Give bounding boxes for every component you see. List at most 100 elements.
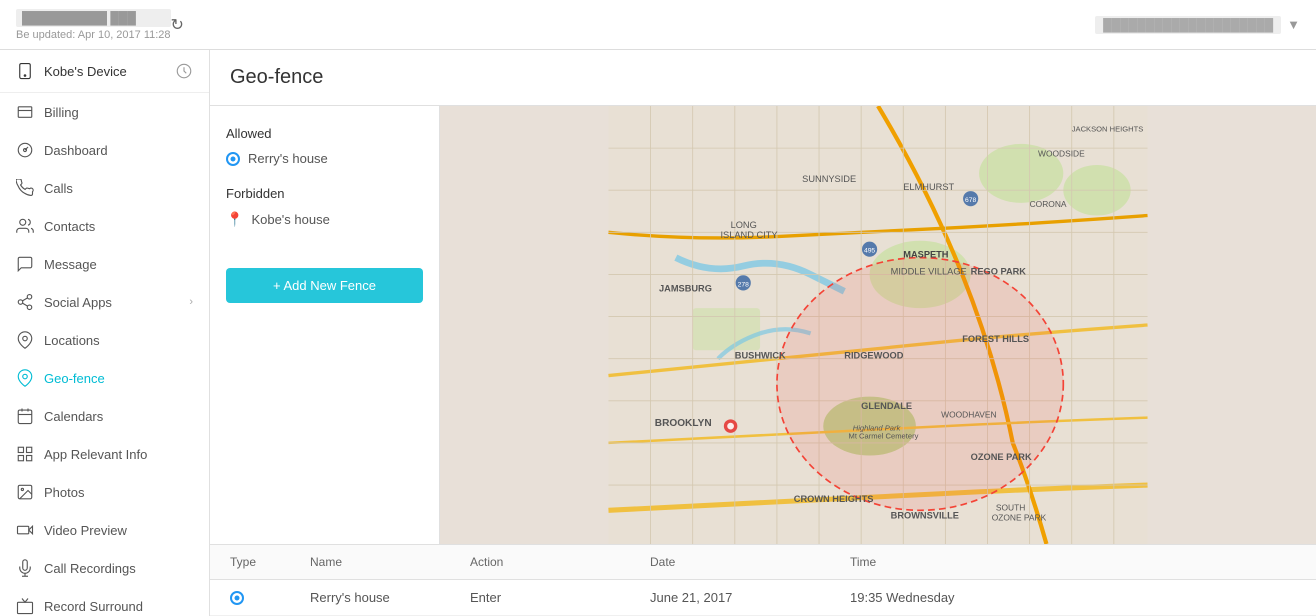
sidebar-item-record-surround[interactable]: Record Surround — [0, 587, 209, 616]
map-container[interactable]: JAMSBURG BROOKLYN BUSHWICK RIDGEWOOD GLE… — [440, 106, 1316, 544]
device-header: Kobe's Device — [0, 50, 209, 93]
table-row: Rerry's house Enter June 21, 2017 19:35 … — [210, 580, 1316, 616]
top-bar: ██████████ ███ Be updated: Apr 10, 2017 … — [0, 0, 1316, 50]
video-icon — [16, 521, 34, 539]
forbidden-item-name-0: Kobe's house — [251, 212, 329, 227]
allowed-item-0: Rerry's house — [226, 151, 423, 166]
sidebar-label-calls: Calls — [44, 181, 73, 196]
app-icon — [16, 445, 34, 463]
social-apps-chevron-icon: › — [189, 296, 193, 308]
map-svg: JAMSBURG BROOKLYN BUSHWICK RIDGEWOOD GLE… — [440, 106, 1316, 544]
social-icon — [16, 293, 34, 311]
sidebar-label-call-recordings: Call Recordings — [44, 561, 136, 576]
row-type-0 — [230, 591, 310, 605]
sidebar-item-locations[interactable]: Locations — [0, 321, 209, 359]
svg-text:MIDDLE VILLAGE: MIDDLE VILLAGE — [891, 266, 967, 276]
svg-text:MASPETH: MASPETH — [903, 250, 949, 260]
device-phone-icon — [16, 62, 34, 80]
svg-text:OZONE PARK: OZONE PARK — [971, 452, 1032, 462]
sidebar-item-contacts[interactable]: Contacts — [0, 207, 209, 245]
svg-text:REGO PARK: REGO PARK — [971, 266, 1027, 276]
svg-text:GLENDALE: GLENDALE — [861, 401, 912, 411]
bottom-table: Type Name Action Date Time Rerry's house… — [210, 544, 1316, 616]
svg-text:JAMSBURG: JAMSBURG — [659, 283, 712, 293]
mic-icon — [16, 559, 34, 577]
location-icon — [16, 331, 34, 349]
main-layout: Kobe's Device Billing Dashboard Calls — [0, 50, 1316, 616]
geo-fence-panel: Allowed Rerry's house Forbidden 📍 Kobe's… — [210, 106, 440, 544]
sidebar-label-social-apps: Social Apps — [44, 295, 112, 310]
svg-text:495: 495 — [864, 248, 875, 255]
page-title: Geo-fence — [230, 66, 1296, 89]
sidebar-item-call-recordings[interactable]: Call Recordings — [0, 549, 209, 587]
record-icon — [16, 597, 34, 615]
sidebar-item-app-relevant-info[interactable]: App Relevant Info — [0, 435, 209, 473]
geo-fence-icon — [16, 369, 34, 387]
calendar-icon — [16, 407, 34, 425]
sidebar-label-record-surround: Record Surround — [44, 599, 143, 614]
content-body: Allowed Rerry's house Forbidden 📍 Kobe's… — [210, 106, 1316, 544]
calls-icon — [16, 179, 34, 197]
row-action-0: Enter — [470, 590, 650, 605]
table-header: Type Name Action Date Time — [210, 545, 1316, 580]
forbidden-pin-icon: 📍 — [226, 211, 243, 228]
sidebar-item-billing[interactable]: Billing — [0, 93, 209, 131]
sidebar-item-dashboard[interactable]: Dashboard — [0, 131, 209, 169]
dropdown-chevron-icon[interactable]: ▼ — [1287, 17, 1300, 32]
sidebar-label-billing: Billing — [44, 105, 79, 120]
photos-icon — [16, 483, 34, 501]
sidebar-label-contacts: Contacts — [44, 219, 95, 234]
row-time-0: 19:35 Wednesday — [850, 590, 1296, 605]
svg-text:278: 278 — [738, 281, 749, 288]
top-bar-left: ██████████ ███ Be updated: Apr 10, 2017 … — [16, 9, 171, 41]
svg-text:LONG: LONG — [731, 220, 757, 230]
col-header-type: Type — [230, 555, 310, 569]
svg-text:RIDGEWOOD: RIDGEWOOD — [844, 351, 903, 361]
col-header-action: Action — [470, 555, 650, 569]
svg-text:JACKSON HEIGHTS: JACKSON HEIGHTS — [1072, 124, 1144, 133]
sidebar-label-video-preview: Video Preview — [44, 523, 127, 538]
forbidden-section: Forbidden 📍 Kobe's house — [226, 186, 423, 228]
device-name: Kobe's Device — [44, 64, 127, 79]
sidebar-item-geo-fence[interactable]: Geo-fence — [0, 359, 209, 397]
content-header: Geo-fence — [210, 50, 1316, 106]
refresh-icon[interactable]: ↻ — [171, 15, 184, 35]
svg-text:BUSHWICK: BUSHWICK — [735, 351, 786, 361]
message-icon — [16, 255, 34, 273]
sidebar-item-social-apps[interactable]: Social Apps › — [0, 283, 209, 321]
sidebar-label-message: Message — [44, 257, 97, 272]
sidebar-label-dashboard: Dashboard — [44, 143, 108, 158]
sidebar-item-photos[interactable]: Photos — [0, 473, 209, 511]
add-new-fence-button[interactable]: + Add New Fence — [226, 268, 423, 303]
svg-text:SOUTH: SOUTH — [996, 502, 1025, 512]
dashboard-icon — [16, 141, 34, 159]
allowed-section: Allowed Rerry's house — [226, 126, 423, 166]
top-bar-title: ██████████ ███ — [16, 9, 171, 27]
main-content: Geo-fence Allowed Rerry's house Forbidde… — [210, 50, 1316, 616]
allowed-dot-icon — [226, 152, 240, 166]
col-header-date: Date — [650, 555, 850, 569]
svg-text:ELMHURST: ELMHURST — [903, 182, 954, 192]
sidebar-label-app-relevant-info: App Relevant Info — [44, 447, 147, 462]
svg-text:CORONA: CORONA — [1030, 199, 1067, 209]
sidebar-item-calendars[interactable]: Calendars — [0, 397, 209, 435]
allowed-item-name-0: Rerry's house — [248, 151, 328, 166]
sidebar-item-video-preview[interactable]: Video Preview — [0, 511, 209, 549]
svg-text:FOREST HILLS: FOREST HILLS — [962, 334, 1029, 344]
sidebar-item-message[interactable]: Message — [0, 245, 209, 283]
sidebar-item-calls[interactable]: Calls — [0, 169, 209, 207]
device-info: Kobe's Device — [16, 62, 127, 80]
svg-text:678: 678 — [965, 197, 976, 204]
allowed-label: Allowed — [226, 126, 423, 141]
svg-text:BROWNSVILLE: BROWNSVILLE — [891, 511, 959, 521]
svg-text:BROOKLYN: BROOKLYN — [655, 418, 712, 429]
row-date-0: June 21, 2017 — [650, 590, 850, 605]
sidebar-label-photos: Photos — [44, 485, 84, 500]
forbidden-item-0: 📍 Kobe's house — [226, 211, 423, 228]
svg-text:OZONE PARK: OZONE PARK — [992, 512, 1047, 522]
svg-text:Mt Carmel Cemetery: Mt Carmel Cemetery — [849, 432, 919, 441]
svg-text:CROWN HEIGHTS: CROWN HEIGHTS — [794, 494, 874, 504]
top-bar-date: Be updated: Apr 10, 2017 11:28 — [16, 29, 171, 41]
forbidden-label: Forbidden — [226, 186, 423, 201]
contacts-icon — [16, 217, 34, 235]
